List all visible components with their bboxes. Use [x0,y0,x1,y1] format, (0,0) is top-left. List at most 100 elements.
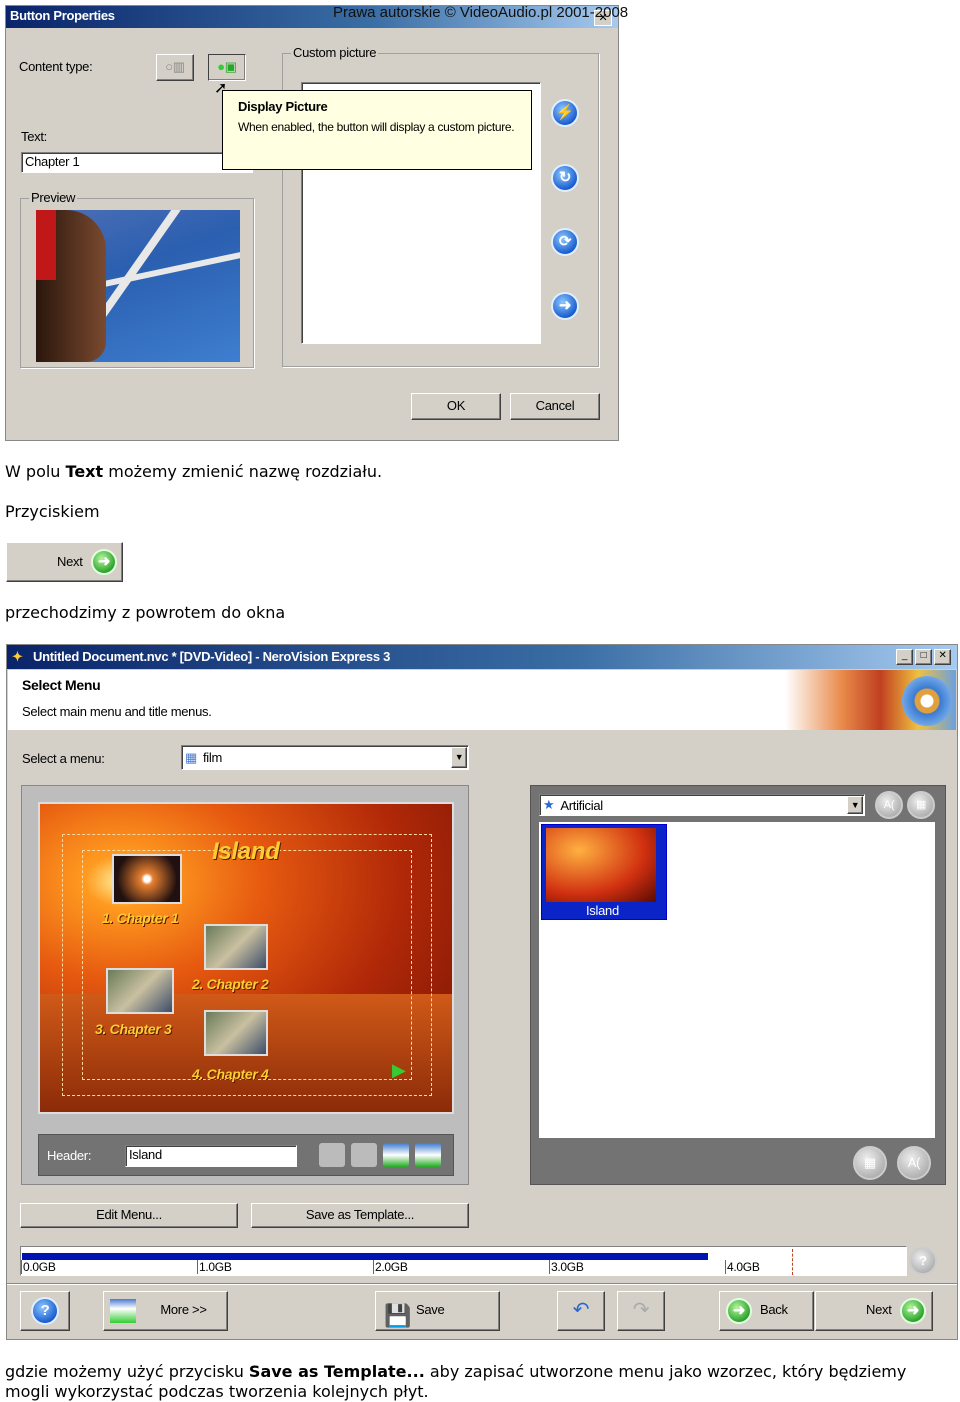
app-title: Untitled Document.nvc * [DVD-Video] - Ne… [33,649,391,664]
chapter-thumb-1[interactable] [112,854,182,904]
help-icon: ? [31,1297,59,1325]
ok-button[interactable]: OK [411,393,501,420]
layout-icon[interactable]: ▦ [907,791,935,819]
lightning-icon[interactable]: ⚡ [551,99,579,127]
p1-text-end: możemy zmienić nazwę rozdziału. [103,462,383,481]
preview-image [36,210,240,362]
next-button-sample[interactable]: Next ➜ [6,542,123,582]
star-icon: ★ [543,797,555,812]
back-label: Back [760,1302,788,1317]
nerovision-window: ✦ Untitled Document.nvc * [DVD-Video] - … [6,644,958,1340]
help-button[interactable]: ? [20,1291,70,1331]
text-label: Text: [21,129,47,144]
page-subheading: Select main menu and title menus. [22,704,212,719]
app-icon: ✦ [12,649,23,664]
app-titlebar: ✦ Untitled Document.nvc * [DVD-Video] - … [7,645,957,669]
redo-button[interactable]: ↷ [617,1291,665,1331]
text-style-icon[interactable]: A( [875,791,903,819]
cancel-button[interactable]: Cancel [510,393,600,420]
chapter-label-2[interactable]: 2. Chapter 2 [192,976,269,992]
save-as-template-button[interactable]: Save as Template... [251,1203,469,1228]
disc-icon [902,676,952,726]
edit-menu-button[interactable]: Edit Menu... [20,1203,238,1228]
tooltip: Display Picture When enabled, the button… [222,90,532,170]
text-input[interactable]: Chapter 1 [21,152,253,173]
paragraph-back: przechodzimy z powrotem do okna [5,603,286,622]
content-type-picture-button[interactable]: ●▣ [208,54,246,81]
minimize-button[interactable]: _ [896,649,913,665]
font-icon[interactable]: A( [897,1146,931,1180]
select-menu-dropdown[interactable]: ▦ film ▼ [181,745,469,770]
layout-down-icon[interactable]: ▦ [853,1146,887,1180]
page-heading: Select Menu [22,677,101,693]
preview-group: Preview [20,190,254,368]
p1-text: W polu [5,462,66,481]
paragraph-save-template: gdzie możemy użyć przycisku Save as Temp… [5,1362,955,1402]
tooltip-title: Display Picture [238,99,328,114]
next-arrow-icon[interactable]: ➜ [551,292,579,320]
next-label: Next [57,554,83,569]
button-properties-dialog: Button Properties ✕ Content type: ○▥ ●▣ … [5,5,619,441]
disk-capacity-marker [791,1249,793,1275]
save-label: Save [416,1302,445,1317]
template-panel: ★ Artificial ▼ A( ▦ Island ▦ A( [530,785,946,1185]
next-arrow-icon: ➜ [91,549,117,575]
chapter-label-1[interactable]: 1. Chapter 1 [102,910,179,926]
template-item-label: Island [586,903,619,918]
dropdown-arrow[interactable]: ▼ [847,796,863,814]
menu-preview-image[interactable]: Island 1. Chapter 1 2. Chapter 2 3. Chap… [38,802,454,1114]
save-button[interactable]: 💾 Save [375,1291,500,1331]
disk-tick-label: 2.0GB [373,1260,408,1274]
chapter-label-3[interactable]: 3. Chapter 3 [95,1021,172,1037]
rotate-icon[interactable]: ⟳ [551,228,579,256]
last-page-icon[interactable] [415,1143,441,1167]
header-input[interactable]: Island [125,1145,297,1167]
next-label: Next [866,1302,892,1317]
next-arrow-icon: ➜ [900,1298,926,1324]
content-type-text-button[interactable]: ○▥ [156,54,194,81]
content-type-label: Content type: [19,59,93,74]
bottom-divider [7,1283,957,1285]
header-bar: Header: Island [38,1134,454,1176]
header-tools [319,1143,441,1167]
paragraph-button: Przyciskiem [5,502,100,521]
select-menu-value: film [202,750,223,765]
back-button[interactable]: ➜ Back [719,1291,814,1331]
chapter-thumb-4[interactable] [204,1010,268,1056]
back-arrow-icon: ➜ [726,1298,752,1324]
template-item-island[interactable]: Island [541,824,667,920]
preview-label: Preview [29,190,78,205]
disk-usage-bar: 0.0GB 1.0GB 2.0GB 3.0GB 4.0GB [20,1246,907,1276]
help-disk-icon[interactable]: ? [909,1247,937,1275]
prev-page-icon[interactable] [351,1143,377,1167]
template-list: Island [539,822,935,1138]
custom-picture-label: Custom picture [291,45,379,60]
refresh-icon[interactable]: ↻ [551,164,579,192]
menu-title: Island [212,838,280,865]
more-icon [110,1299,136,1323]
more-label: More >> [160,1302,207,1317]
header-banner: Select Menu Select main menu and title m… [8,670,956,730]
p1-bold: Text [65,462,104,481]
next-button[interactable]: Next ➜ [815,1291,933,1331]
chapter-label-4[interactable]: 4. Chapter 4 [192,1066,269,1082]
undo-button[interactable]: ↶ [557,1291,605,1331]
tooltip-text: When enabled, the button will display a … [238,120,515,134]
copyright: Prawa autorskie © VideoAudio.pl 2001-200… [333,4,629,21]
dialog-title: Button Properties [10,8,115,23]
template-dropdown[interactable]: ★ Artificial ▼ [539,794,865,816]
next-page-tool-icon[interactable] [383,1143,409,1167]
close-button[interactable]: ✕ [934,649,951,665]
template-select-value: Artificial [560,797,603,813]
first-page-icon[interactable] [319,1143,345,1167]
floppy-icon: 💾 [384,1303,412,1328]
disk-tick-label: 0.0GB [21,1260,56,1274]
disk-usage-fill [22,1253,709,1260]
maximize-button[interactable]: □ [915,649,932,665]
next-page-icon[interactable]: ▶ [392,1060,406,1081]
more-button[interactable]: More >> [103,1291,228,1331]
dropdown-arrow[interactable]: ▼ [451,747,467,768]
chapter-thumb-2[interactable] [204,924,268,970]
chapter-thumb-3[interactable] [106,968,174,1014]
window-controls: _ □ ✕ [896,649,951,665]
